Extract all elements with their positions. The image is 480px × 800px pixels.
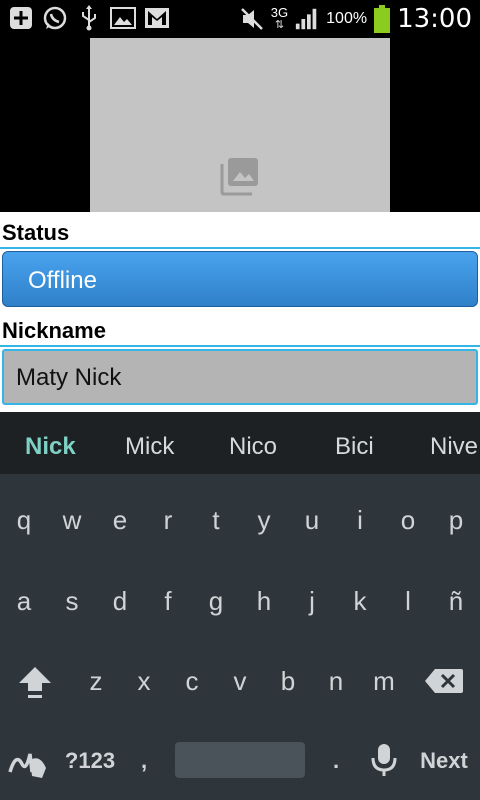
nickname-divider [0, 345, 480, 347]
shift-key[interactable] [15, 664, 55, 707]
key-a[interactable]: a [4, 586, 44, 617]
key-t[interactable]: t [196, 505, 236, 536]
suggestion-strip: Nick Mick Nico Bici Nive [0, 412, 480, 475]
key-g[interactable]: g [196, 586, 236, 617]
battery-icon [373, 5, 391, 33]
suggestion-3[interactable]: Nico [229, 433, 277, 461]
suggestion-1[interactable]: Nick [25, 433, 76, 461]
key-area: q w e r t y u i o p a s d f g h j k l ñ … [0, 474, 480, 800]
key-n[interactable]: n [316, 666, 356, 697]
suggestion-4[interactable]: Bici [335, 433, 374, 461]
status-value: Offline [28, 267, 97, 294]
key-l[interactable]: l [388, 586, 428, 617]
usb-icon [76, 5, 102, 31]
signal-icon [294, 6, 320, 32]
handwriting-icon [8, 753, 46, 778]
key-e[interactable]: e [100, 505, 140, 536]
key-k[interactable]: k [340, 586, 380, 617]
mute-icon [239, 6, 265, 32]
profile-photo[interactable] [90, 38, 390, 212]
space-key[interactable] [175, 742, 305, 778]
suggestion-2[interactable]: Mick [125, 433, 174, 461]
mic-key[interactable] [364, 742, 404, 785]
status-spinner[interactable]: Offline [2, 251, 478, 307]
nickname-label: Nickname [2, 318, 106, 343]
shift-icon [19, 667, 51, 698]
key-d[interactable]: d [100, 586, 140, 617]
key-z[interactable]: z [76, 666, 116, 697]
key-enye[interactable]: ñ [436, 586, 476, 617]
key-x[interactable]: x [124, 666, 164, 697]
comma-key[interactable]: , [124, 748, 164, 774]
nickname-input[interactable]: Maty Nick [2, 349, 478, 405]
add-icon [8, 5, 34, 31]
key-q[interactable]: q [4, 505, 44, 536]
key-b[interactable]: b [268, 666, 308, 697]
key-y[interactable]: y [244, 505, 284, 536]
gmail-icon [144, 5, 170, 31]
key-h[interactable]: h [244, 586, 284, 617]
notification-icons [8, 5, 170, 31]
symbols-key[interactable]: ?123 [62, 748, 118, 774]
status-label: Status [2, 220, 70, 245]
suggestion-5[interactable]: Nive [430, 433, 478, 461]
key-m[interactable]: m [364, 666, 404, 697]
photo-library-icon [220, 156, 260, 196]
status-bar: 3G ⇅ 100% 13:00 [0, 0, 480, 38]
period-key[interactable]: . [316, 748, 356, 774]
key-f[interactable]: f [148, 586, 188, 617]
backspace-icon [425, 669, 463, 693]
photo-area [0, 38, 480, 212]
battery-percent: 100% [326, 10, 368, 27]
key-u[interactable]: u [292, 505, 332, 536]
status-divider [0, 247, 480, 249]
microphone-icon [371, 744, 397, 776]
backspace-key[interactable] [423, 667, 465, 702]
profile-form: Status Offline Nickname Maty Nick [0, 212, 480, 412]
key-c[interactable]: c [172, 666, 212, 697]
whatsapp-icon [42, 5, 68, 31]
image-icon [110, 5, 136, 31]
nickname-value: Maty Nick [16, 364, 122, 391]
next-key[interactable]: Next [414, 748, 474, 774]
key-o[interactable]: o [388, 505, 428, 536]
network-type: 3G ⇅ [270, 5, 289, 31]
key-j[interactable]: j [292, 586, 332, 617]
key-r[interactable]: r [148, 505, 188, 536]
key-p[interactable]: p [436, 505, 476, 536]
key-v[interactable]: v [220, 666, 260, 697]
key-s[interactable]: s [52, 586, 92, 617]
key-i[interactable]: i [340, 505, 380, 536]
system-icons: 3G ⇅ 100% 13:00 [239, 4, 472, 34]
key-w[interactable]: w [52, 505, 92, 536]
soft-keyboard: Nick Mick Nico Bici Nive q w e r t y u i… [0, 412, 480, 800]
handwriting-key[interactable] [6, 742, 52, 789]
clock: 13:00 [397, 4, 472, 34]
